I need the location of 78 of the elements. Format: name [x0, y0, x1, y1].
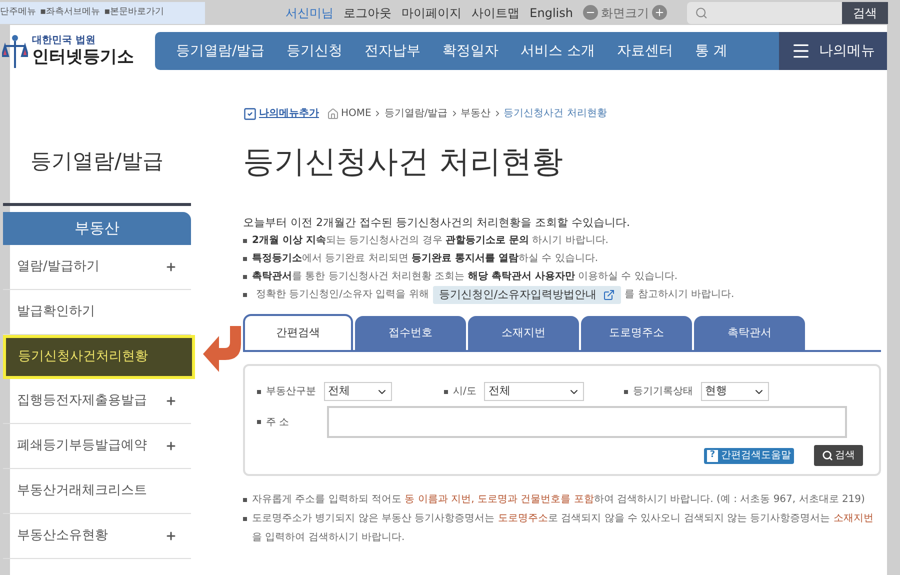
question-icon: ?: [707, 450, 718, 462]
bullet-icon: [257, 420, 261, 424]
search-tab[interactable]: 접수번호: [355, 316, 466, 350]
notice-text: 특정등기소에서 등기완료 처리되면 등기완료 통지서를 열람하실 수 있습니다.: [252, 252, 598, 266]
user-name: 서신미님: [286, 4, 334, 22]
dropdown-select[interactable]: 전체: [324, 382, 392, 401]
external-link-icon: [602, 289, 615, 301]
sidebar-item[interactable]: 열람/발급하기: [3, 245, 191, 290]
check-icon: [243, 106, 257, 120]
nav-item[interactable]: 자료센터: [606, 40, 684, 62]
notice-text: 촉탁관서를 통한 등기신청사건 처리현황 조회는 해당 촉탁관서 사용자만 이용하실 수 있습니다.: [252, 270, 678, 284]
skip-link[interactable]: ▪본문바로가기: [104, 6, 164, 20]
nav-item[interactable]: 확정일자: [432, 40, 510, 62]
logo-title: 인터넷등기소: [32, 49, 134, 66]
page-title: 등기신청사건 처리현황: [243, 143, 564, 182]
bullet-icon: [243, 257, 247, 261]
dropdown-select[interactable]: 전체: [484, 382, 584, 401]
nav-item[interactable]: 통 계: [684, 40, 739, 62]
search-button[interactable]: 검색: [842, 2, 888, 24]
bullet-icon: [243, 275, 247, 279]
notice-text: 를 참고하시기 바랍니다.: [624, 288, 734, 302]
search-tab[interactable]: 도로명주소: [581, 316, 692, 350]
font-size-label: 화면크기: [601, 4, 649, 22]
bullet-icon: [243, 516, 247, 520]
zoom-in-icon[interactable]: [652, 5, 667, 20]
breadcrumb-link[interactable]: 등기열람/발급: [384, 106, 448, 121]
sidebar-item[interactable]: 등기신청사건처리현황: [3, 335, 195, 379]
sidebar-title: 등기열람/발급: [29, 148, 165, 175]
home-icon: [327, 108, 339, 120]
search-submit-button[interactable]: 검색: [814, 445, 863, 466]
bullet-icon: [243, 293, 247, 297]
search-tab[interactable]: 소재지번: [468, 316, 579, 350]
logo-subtitle: 대한민국 법원: [32, 36, 96, 46]
bullet-icon: [444, 390, 448, 394]
search-icon: [822, 450, 833, 461]
intro-text: 오늘부터 이전 2개월간 접수된 등기신청사건의 처리현황을 조회할 수있습니다.: [243, 215, 631, 231]
field-label: 등기기록상태: [633, 385, 693, 399]
zoom-out-icon[interactable]: [583, 5, 598, 20]
nav-item[interactable]: 서비스 소개: [510, 40, 606, 62]
utility-link[interactable]: English: [530, 4, 573, 22]
bullet-icon: [243, 498, 247, 502]
nav-item[interactable]: 등기신청: [276, 40, 354, 62]
utility-link[interactable]: 마이페이지: [402, 4, 462, 22]
notice-text: 2개월 이상 지속되는 등기신청사건의 경우 관할등기소로 문의 하시기 바랍니다.: [252, 234, 608, 248]
sidebar-item[interactable]: 폐쇄등기부등발급예약: [3, 424, 191, 469]
notice-text: 자유롭게 주소를 입력하되 적어도 동 이름과 지번, 도로명과 건물번호를 포함하여 검색하시기 바랍니다. (예 : 서초동 967, 서초대로 219): [252, 493, 865, 507]
bullet-icon: [624, 390, 628, 394]
bullet-icon: [257, 390, 261, 394]
input-guide-link[interactable]: 등기신청인/소유자입력방법안내: [432, 286, 621, 304]
skip-link[interactable]: ▪좌측서브메뉴: [40, 6, 100, 20]
sidebar-item[interactable]: 부동산거래체크리스트: [3, 469, 191, 514]
nav-item[interactable]: 전자납부: [354, 40, 432, 62]
bullet-icon: [243, 239, 247, 243]
sidebar-item[interactable]: 부동산소유현황: [3, 514, 191, 559]
search-tab[interactable]: 간편검색: [243, 314, 353, 350]
breadcrumb-link[interactable]: 부동산: [460, 106, 491, 121]
search-field[interactable]: [687, 2, 842, 24]
breadcrumb-link[interactable]: 등기신청사건 처리현황: [504, 106, 607, 121]
field-label: 시/도: [453, 385, 476, 399]
address-input[interactable]: [327, 406, 847, 438]
notice-text: 정확한 등기신청인/소유자 입력을 위해: [256, 288, 429, 302]
field-label: 부동산구분: [266, 385, 316, 399]
utility-link[interactable]: 사이트맵: [472, 4, 520, 22]
my-menu-button[interactable]: 나의메뉴: [779, 32, 887, 70]
sidebar-section-header: 부동산: [3, 212, 191, 245]
add-my-menu-link[interactable]: 나의메뉴추가: [243, 106, 319, 121]
utility-link[interactable]: 로그아웃: [344, 4, 392, 22]
help-button[interactable]: ? 간편검색도움말: [704, 448, 794, 464]
breadcrumb-link[interactable]: HOME: [341, 106, 372, 121]
skip-link[interactable]: 단주메뉴: [0, 6, 36, 20]
dropdown-select[interactable]: 현행: [701, 382, 769, 401]
nav-item[interactable]: 등기열람/발급: [165, 40, 276, 62]
sidebar-item[interactable]: 집행등전자제출용발급: [3, 379, 191, 424]
field-label: 주 소: [266, 416, 290, 430]
search-icon: [695, 6, 708, 20]
search-tab[interactable]: 촉탁관서: [694, 316, 805, 350]
scales-logo-icon: [2, 32, 28, 70]
notice-text: 도로명주소가 병기되지 않은 부동산 등기사항증명서는 도로명주소로 검색되지 않을 수 있사오니 검색되지 않는 등기사항증명서는 소재지번 을 입력하여 검색하시기 바랍니다.: [252, 512, 874, 545]
